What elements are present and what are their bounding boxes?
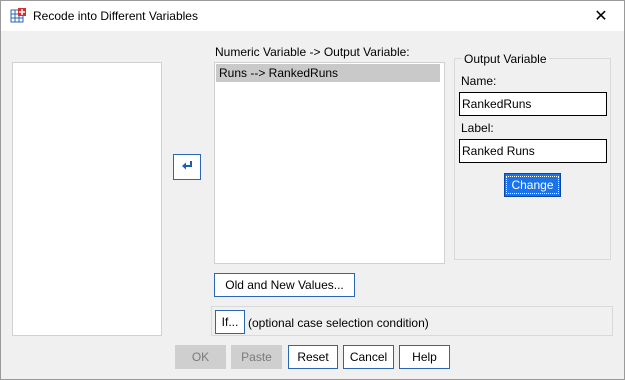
- app-icon: [10, 8, 26, 24]
- label-field[interactable]: Ranked Runs: [459, 139, 607, 163]
- name-field[interactable]: RankedRuns: [459, 92, 607, 116]
- change-button-label: Change: [506, 176, 559, 194]
- recode-dialog: Recode into Different Variables ✕ Numeri…: [0, 0, 625, 380]
- mapping-list-label: Numeric Variable -> Output Variable:: [215, 45, 410, 59]
- list-item[interactable]: Runs --> RankedRuns: [216, 64, 440, 82]
- help-button[interactable]: Help: [399, 345, 450, 369]
- output-group-title: Output Variable: [462, 52, 549, 66]
- if-button[interactable]: If...: [215, 310, 245, 334]
- label-label: Label:: [461, 121, 494, 135]
- paste-button[interactable]: Paste: [231, 345, 282, 369]
- reset-button[interactable]: Reset: [288, 345, 338, 369]
- if-hint: (optional case selection condition): [248, 316, 429, 330]
- name-label: Name:: [461, 74, 497, 88]
- close-icon: ✕: [594, 8, 608, 25]
- change-button[interactable]: Change: [504, 173, 561, 197]
- old-and-new-values-button[interactable]: Old and New Values...: [214, 273, 355, 297]
- close-button[interactable]: ✕: [578, 1, 624, 31]
- window-title: Recode into Different Variables: [33, 9, 198, 23]
- source-variable-list[interactable]: [12, 62, 162, 336]
- mapping-list[interactable]: Runs --> RankedRuns: [214, 62, 445, 264]
- ok-button[interactable]: OK: [175, 345, 226, 369]
- title-bar: Recode into Different Variables ✕: [1, 1, 624, 31]
- move-back-arrow-icon: [180, 159, 194, 176]
- cancel-button[interactable]: Cancel: [343, 345, 394, 369]
- move-variable-button[interactable]: [173, 154, 201, 180]
